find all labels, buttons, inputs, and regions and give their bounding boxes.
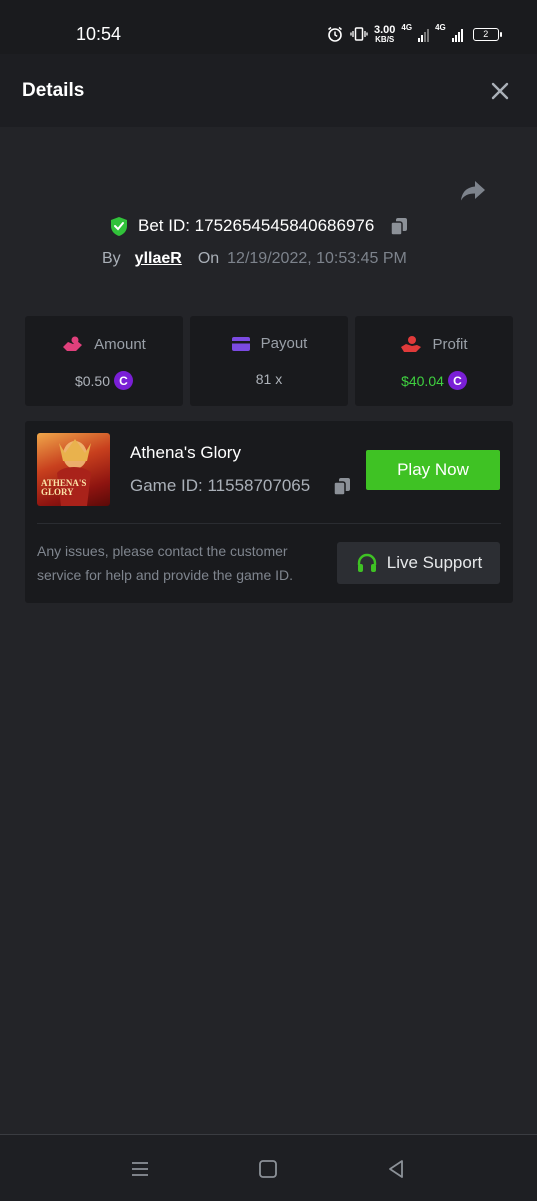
profit-card: Profit $40.04 C bbox=[355, 316, 513, 406]
status-time: 10:54 bbox=[76, 24, 122, 44]
money-hand-icon bbox=[401, 336, 422, 352]
headset-icon bbox=[357, 553, 376, 572]
menu-icon[interactable] bbox=[129, 1158, 151, 1180]
vibrate-icon bbox=[350, 27, 368, 41]
bet-id-row: Bet ID: 1752654545840686976 bbox=[108, 215, 410, 237]
verified-shield-icon bbox=[111, 217, 127, 236]
game-thumbnail[interactable]: ATHENA'S GLORY bbox=[37, 433, 110, 506]
copy-icon[interactable] bbox=[331, 475, 353, 497]
home-icon[interactable] bbox=[257, 1158, 279, 1180]
bet-id: Bet ID: 1752654545840686976 bbox=[138, 216, 375, 235]
payout-value: 81 x bbox=[255, 371, 283, 387]
battery-icon: 2 bbox=[472, 27, 502, 41]
hand-coins-icon bbox=[63, 336, 83, 351]
coin-icon: C bbox=[114, 371, 134, 390]
system-nav-bar bbox=[0, 1134, 537, 1201]
live-support-button[interactable]: Live Support bbox=[337, 542, 500, 584]
payout-label: Payout bbox=[260, 335, 308, 352]
profit-value: $40.04 bbox=[401, 372, 444, 389]
amount-card: Amount $0.50 C bbox=[25, 316, 183, 406]
signal-icon-2 bbox=[451, 26, 463, 42]
share-icon[interactable] bbox=[458, 176, 488, 206]
back-icon[interactable] bbox=[385, 1158, 407, 1180]
amount-label: Amount bbox=[94, 335, 146, 353]
network-type-2: 4G bbox=[435, 23, 446, 32]
on-label: On bbox=[197, 250, 220, 267]
game-card: ATHENA'S GLORY Athena's Glory Game ID: 1… bbox=[25, 421, 513, 603]
play-now-button[interactable]: Play Now bbox=[366, 450, 500, 490]
page-title: Details bbox=[22, 80, 85, 101]
coin-icon: C bbox=[447, 371, 467, 390]
payout-card: Payout 81 x bbox=[190, 316, 348, 406]
by-label: By bbox=[102, 250, 121, 267]
bet-user-link[interactable]: yllaeR bbox=[135, 250, 182, 268]
profit-label: Profit bbox=[432, 335, 468, 353]
game-name: Athena's Glory bbox=[130, 443, 241, 462]
copy-icon[interactable] bbox=[388, 215, 410, 237]
bet-by-row: By yllaeR On 12/19/2022, 10:53:45 PM bbox=[102, 250, 407, 268]
thumb-title-2: GLORY bbox=[41, 487, 74, 497]
details-header: Details bbox=[0, 54, 537, 127]
signal-icon bbox=[418, 26, 430, 42]
alarm-icon bbox=[328, 26, 342, 42]
help-text: Any issues, please contact the customer … bbox=[37, 543, 294, 583]
close-icon[interactable] bbox=[488, 79, 512, 103]
divider bbox=[37, 523, 501, 524]
game-id: Game ID: 11558707065 bbox=[130, 476, 311, 495]
status-bar: 10:54 3.00 KB/S 4G 4G 2 bbox=[0, 0, 537, 54]
network-type-1: 4G bbox=[401, 23, 413, 32]
status-icons: 3.00 KB/S 4G 4G 2 bbox=[326, 22, 502, 46]
net-speed: 3.00 KB/S bbox=[374, 23, 396, 44]
amount-value: $0.50 bbox=[74, 372, 111, 389]
card-icon bbox=[231, 336, 250, 351]
live-support-label: Live Support bbox=[386, 553, 483, 572]
bet-date: 12/19/2022, 10:53:45 PM bbox=[227, 250, 407, 267]
